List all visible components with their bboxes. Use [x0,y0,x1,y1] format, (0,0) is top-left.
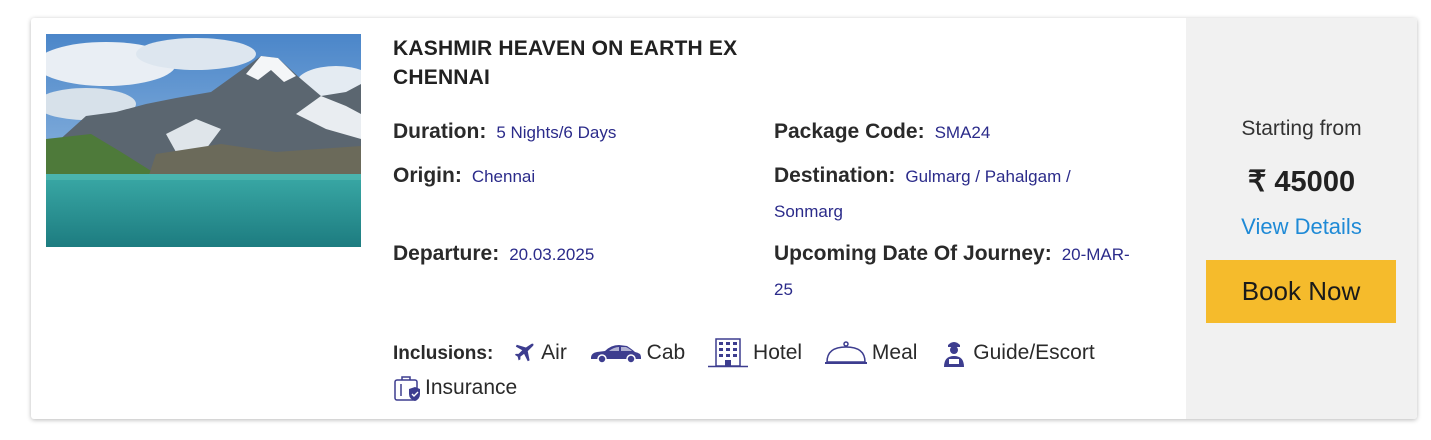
duration-label: Duration: [393,120,487,143]
inclusion-meal: Meal [824,336,918,370]
car-icon [590,345,641,365]
upcoming-journey-label: Upcoming Date Of Journey: [774,242,1052,265]
package-image[interactable] [46,34,361,247]
view-details-link[interactable]: View Details [1186,214,1417,240]
origin-value: Chennai [471,167,536,186]
package-info: KASHMIR HEAVEN ON EARTH EX CHENNAI Durat… [393,18,1183,419]
package-code-field: Package Code: SMA24 [774,115,1144,150]
guide-icon [944,342,965,368]
package-code-label: Package Code: [774,120,925,143]
destination-label: Destination: [774,164,896,187]
upcoming-journey-field: Upcoming Date Of Journey: 20-MAR-25 [774,237,1144,307]
departure-label: Departure: [393,242,500,265]
departure-field: Departure: 20.03.2025 [393,237,763,272]
inclusion-hotel: Hotel [707,336,802,370]
package-code-value: SMA24 [934,123,991,142]
price-panel: Starting from ₹ 45000 View Details Book … [1186,18,1417,419]
inclusion-cab-label: Cab [646,341,686,365]
inclusion-hotel-label: Hotel [753,341,803,365]
airplane-icon [515,344,534,362]
package-title[interactable]: KASHMIR HEAVEN ON EARTH EX CHENNAI [393,34,813,92]
departure-value: 20.03.2025 [509,245,595,264]
inclusions: Inclusions: Air Cab Hotel Meal Guide/Esc… [393,336,1153,405]
inclusion-insurance: Insurance [393,371,517,405]
inclusion-meal-label: Meal [871,341,918,365]
inclusion-air-label: Air [541,341,567,365]
package-card: KASHMIR HEAVEN ON EARTH EX CHENNAI Durat… [31,18,1417,419]
duration-value: 5 Nights/6 Days [496,123,617,142]
hotel-icon [708,338,749,368]
package-price: ₹ 45000 [1247,166,1356,198]
inclusion-cab: Cab [589,336,686,370]
inclusion-air: Air [513,336,567,370]
starting-from-label: Starting from [1241,117,1362,140]
insurance-icon [394,376,420,402]
cloche-icon [824,341,867,365]
origin-field: Origin: Chennai [393,159,763,194]
inclusion-guide-label: Guide/Escort [973,341,1095,365]
destination-field: Destination: Gulmarg / Pahalgam / Sonmarg [774,159,1144,229]
book-now-button[interactable]: Book Now [1206,260,1396,323]
origin-label: Origin: [393,164,462,187]
inclusion-insurance-label: Insurance [425,376,518,400]
inclusion-guide: Guide/Escort [939,336,1095,370]
duration-field: Duration: 5 Nights/6 Days [393,115,763,150]
inclusions-label: Inclusions: [393,343,494,364]
